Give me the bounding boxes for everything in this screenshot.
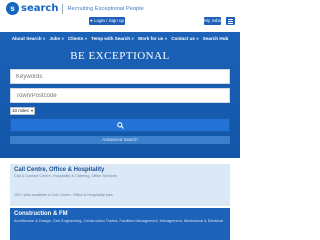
radius-select[interactable]: 10 miles ▾ — [10, 107, 35, 115]
my-jobs-label: My Jobs — [204, 18, 221, 23]
logo-mark-icon: s — [6, 2, 19, 15]
card-subtitle: Architecture & Design, Civil Engineering… — [14, 219, 224, 223]
nav-about[interactable]: About Search » — [12, 34, 46, 44]
card-title: Call Centre, Office & Hospitality — [14, 167, 105, 173]
search-logo[interactable]: s search Recruiting Exceptional People — [6, 2, 144, 15]
card-title: Construction & FM — [14, 211, 68, 217]
radius-value: 10 miles — [12, 108, 29, 113]
town-postcode-input[interactable] — [10, 88, 230, 103]
card-subtitle: Call & Contact Centre, Hospitality & Cat… — [14, 174, 117, 178]
my-jobs-button[interactable]: My Jobs — [204, 17, 221, 25]
nav-contact[interactable]: Contact us » — [171, 34, 199, 44]
tagline: Recruiting Exceptional People — [67, 5, 144, 12]
nav-work[interactable]: Work for us » — [138, 34, 167, 44]
nav-jobs[interactable]: Jobs » — [49, 34, 64, 44]
card-count: 100+ jobs available in Call Centre, Offi… — [14, 193, 113, 197]
login-signup-button[interactable]: ● Login / Sign up — [89, 17, 125, 25]
chevron-down-icon: ▾ — [30, 108, 33, 113]
nav-hub[interactable]: Search Hub — [203, 34, 229, 44]
site-header: s search Recruiting Exceptional People ●… — [0, 0, 240, 32]
logo-divider — [62, 3, 64, 14]
logo-text: search — [21, 3, 59, 14]
main-nav: About Search » Jobs » Clients » Temp wit… — [0, 34, 240, 44]
hero-section: About Search » Jobs » Clients » Temp wit… — [0, 32, 240, 158]
nav-clients[interactable]: Clients » — [68, 34, 87, 44]
keywords-input[interactable] — [10, 69, 230, 84]
hero-title: BE EXCEPTIONAL — [70, 50, 170, 62]
nav-temp[interactable]: Temp with Search » — [91, 34, 134, 44]
search-button[interactable] — [10, 118, 230, 132]
advanced-search-link[interactable]: Advanced Search — [10, 136, 230, 144]
hamburger-menu-icon[interactable] — [226, 17, 235, 25]
category-card-construction[interactable]: Construction & FM Architecture & Design,… — [10, 208, 230, 240]
category-card-call-centre[interactable]: Call Centre, Office & Hospitality Call &… — [10, 164, 230, 206]
search-icon — [117, 122, 124, 129]
